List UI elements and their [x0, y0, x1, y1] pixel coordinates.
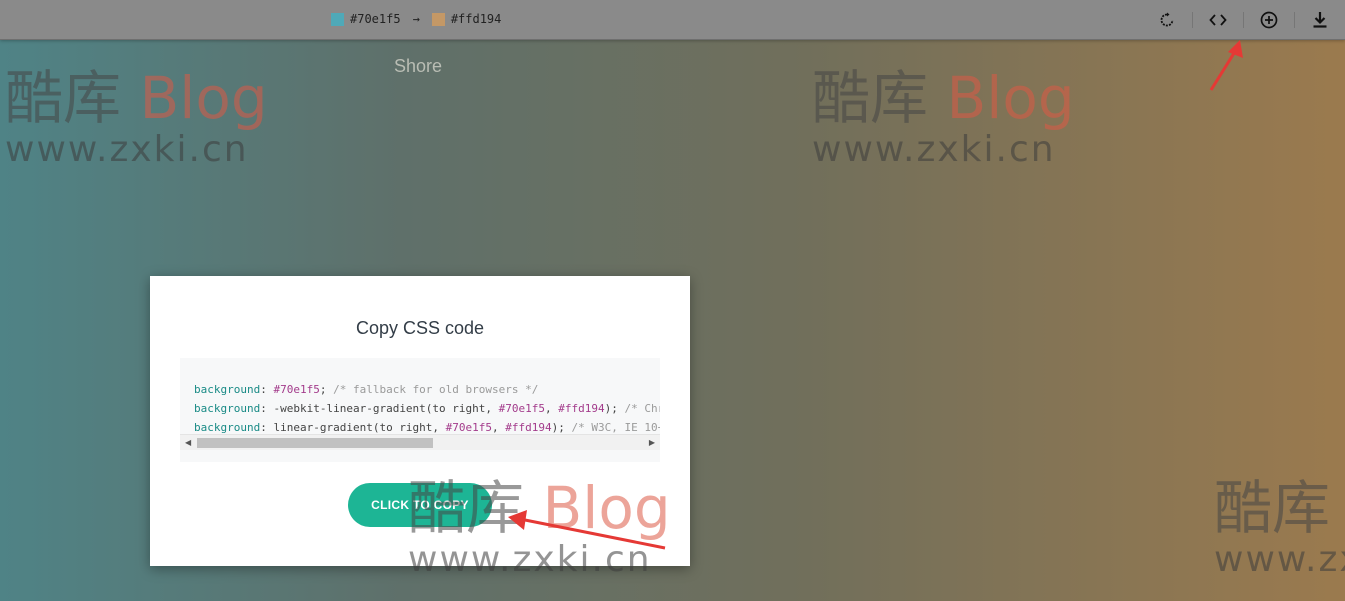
- annotation-arrows: [508, 40, 1243, 550]
- red-arrow-annotation: [508, 510, 666, 550]
- red-arrow-annotation: [1209, 40, 1243, 91]
